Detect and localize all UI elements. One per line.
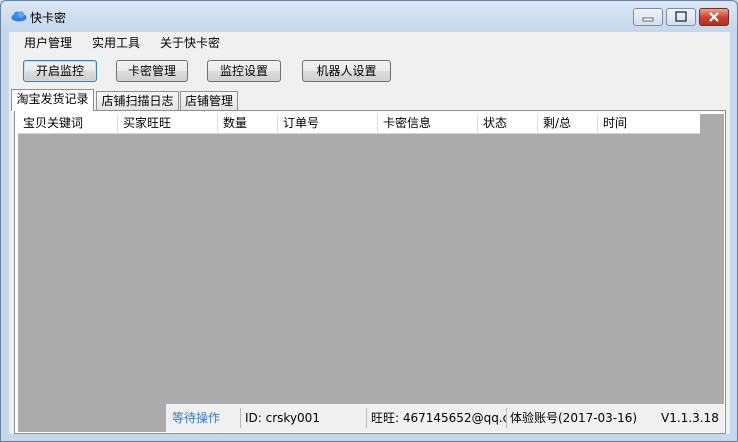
main-window: 快卡密 用户管理 实用工具 关于快卡密 开启监控 卡密管理 监控设置 机器人设置… [0,0,738,442]
tab-panel: 宝贝关键词 买家旺旺 数量 订单号 卡密信息 状态 剩/总 时间 等待操作 ID… [14,110,726,434]
tab-taobao-shipping[interactable]: 淘宝发货记录 [11,89,94,111]
tab-strip: 淘宝发货记录 店铺扫描日志 店铺管理 [9,89,730,111]
tab-shop-management[interactable]: 店铺管理 [180,91,238,110]
minimize-icon [642,17,654,22]
column-remaining-total[interactable]: 剩/总 [538,114,598,133]
column-time[interactable]: 时间 [598,114,700,133]
minimize-button[interactable] [633,8,663,26]
close-icon [709,12,719,22]
status-id: ID: crsky001 [245,411,320,425]
robot-settings-button[interactable]: 机器人设置 [302,60,391,82]
maximize-button[interactable] [666,8,696,26]
status-account: 体验账号(2017-03-16) [510,411,638,425]
column-quantity[interactable]: 数量 [218,114,278,133]
close-button[interactable] [699,8,729,26]
column-order-number[interactable]: 订单号 [278,114,378,133]
records-grid[interactable]: 宝贝关键词 买家旺旺 数量 订单号 卡密信息 状态 剩/总 时间 [18,114,724,381]
client-area: 用户管理 实用工具 关于快卡密 开启监控 卡密管理 监控设置 机器人设置 淘宝发… [9,32,730,434]
column-status[interactable]: 状态 [478,114,538,133]
column-keyword[interactable]: 宝贝关键词 [18,114,118,133]
status-bar: 等待操作 ID: crsky001 旺旺: 467145652@qq.c 体验账… [166,404,724,432]
status-state: 等待操作 [172,411,221,425]
status-separator [240,408,241,428]
monitor-settings-button[interactable]: 监控设置 [207,60,281,82]
grid-empty-area-lower [166,381,724,404]
status-wangwang: 旺旺: 467145652@qq.c [371,411,506,425]
menu-about[interactable]: 关于快卡密 [160,34,220,51]
card-manage-button[interactable]: 卡密管理 [116,60,188,82]
cloud-icon [11,11,27,22]
window-title: 快卡密 [30,11,67,25]
column-buyer[interactable]: 买家旺旺 [118,114,218,133]
grid-header: 宝贝关键词 买家旺旺 数量 订单号 卡密信息 状态 剩/总 时间 [18,114,700,134]
menu-user-management[interactable]: 用户管理 [24,34,72,51]
status-version: V1.1.3.18 [661,411,719,425]
menu-bar: 用户管理 实用工具 关于快卡密 [9,32,730,52]
tab-shop-scan-log[interactable]: 店铺扫描日志 [96,91,179,110]
maximize-icon [675,11,687,22]
grid-empty-area [18,381,166,432]
start-monitor-button[interactable]: 开启监控 [23,60,97,82]
column-card-info[interactable]: 卡密信息 [378,114,478,133]
title-bar[interactable]: 快卡密 [1,1,737,31]
status-separator [366,408,367,428]
menu-tools[interactable]: 实用工具 [92,34,140,51]
status-separator [506,408,507,428]
